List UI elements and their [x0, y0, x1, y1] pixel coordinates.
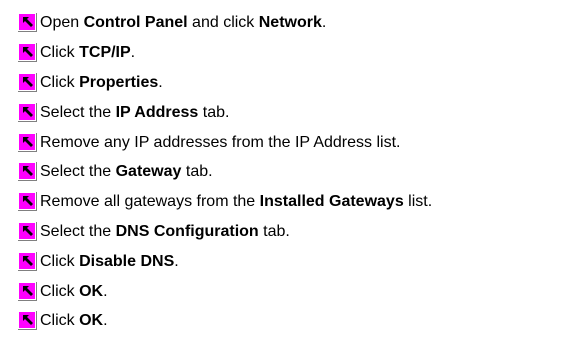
step-text-segment: .: [103, 282, 108, 300]
step-text-emphasis: Gateway: [115, 163, 182, 181]
step-text: Click OK.: [40, 282, 108, 301]
step-arrow-icon[interactable]: [18, 281, 37, 301]
procedure-step: Remove all gateways from the Installed G…: [18, 187, 432, 217]
step-text-segment: Remove all gateways from the: [40, 193, 260, 211]
step-text-segment: tab.: [258, 222, 290, 240]
step-text-segment: Click: [40, 44, 80, 62]
step-text-segment: .: [321, 14, 327, 32]
step-text-emphasis: IP Address: [115, 103, 199, 121]
step-text-segment: Click: [40, 73, 80, 91]
step-text-segment: Select the: [40, 103, 116, 121]
procedure-step: Click OK.: [18, 276, 432, 306]
step-text-emphasis: Properties: [79, 73, 159, 91]
step-text-emphasis: DNS Configuration: [115, 222, 259, 240]
step-text-emphasis: Network: [258, 14, 322, 32]
step-text: Open Control Panel and click Network.: [40, 13, 326, 32]
procedure-step: Open Control Panel and click Network.: [18, 8, 432, 38]
step-text-segment: Select the: [40, 222, 116, 240]
step-text-segment: Open: [40, 14, 84, 32]
step-arrow-icon[interactable]: [18, 162, 37, 182]
step-text: Click TCP/IP.: [40, 43, 135, 62]
step-arrow-icon[interactable]: [18, 251, 37, 271]
step-arrow-icon[interactable]: [18, 132, 37, 152]
procedure-step: Click TCP/IP.: [18, 38, 432, 68]
step-text-segment: .: [130, 44, 136, 62]
step-text: Click OK.: [40, 311, 108, 330]
procedure-steps-list: Open Control Panel and click Network. Cli…: [18, 8, 432, 336]
step-arrow-icon[interactable]: [18, 192, 37, 212]
step-text-emphasis: OK: [79, 312, 104, 330]
procedure-step: Select the DNS Configuration tab.: [18, 217, 432, 247]
procedure-step: Click Properties.: [18, 68, 432, 98]
step-text-segment: and click: [187, 14, 259, 32]
step-text-emphasis: TCP/IP: [79, 44, 131, 62]
step-text-segment: tab.: [181, 163, 213, 181]
step-text-segment: Click: [40, 312, 80, 330]
step-text: Remove any IP addresses from the IP Addr…: [40, 133, 400, 152]
step-text-segment: list.: [403, 193, 433, 211]
step-text-segment: tab.: [198, 103, 230, 121]
step-text: Select the IP Address tab.: [40, 103, 229, 122]
step-text-segment: Click: [40, 252, 80, 270]
step-text: Click Properties.: [40, 73, 163, 92]
step-text-segment: .: [158, 73, 163, 91]
procedure-step: Select the IP Address tab.: [18, 97, 432, 127]
step-text-segment: .: [174, 252, 179, 270]
step-text-segment: Click: [40, 282, 80, 300]
step-arrow-icon[interactable]: [18, 72, 37, 92]
procedure-step: Click Disable DNS.: [18, 246, 432, 276]
step-text: Select the DNS Configuration tab.: [40, 222, 290, 241]
step-text-emphasis: OK: [79, 282, 104, 300]
step-text-segment: Remove any IP addresses from the IP Addr…: [40, 133, 401, 151]
step-text-segment: .: [103, 312, 108, 330]
step-text-segment: Select the: [40, 163, 116, 181]
step-text: Select the Gateway tab.: [40, 162, 213, 181]
step-text: Click Disable DNS.: [40, 252, 179, 271]
step-arrow-icon[interactable]: [18, 43, 37, 63]
step-arrow-icon[interactable]: [18, 102, 37, 122]
step-arrow-icon[interactable]: [18, 311, 37, 331]
step-text: Remove all gateways from the Installed G…: [40, 192, 432, 211]
step-arrow-icon[interactable]: [18, 13, 37, 33]
procedure-step: Remove any IP addresses from the IP Addr…: [18, 127, 432, 157]
procedure-step: Click OK.: [18, 306, 432, 336]
step-arrow-icon[interactable]: [18, 221, 37, 241]
step-text-emphasis: Disable DNS: [79, 252, 175, 270]
step-text-emphasis: Installed Gateways: [259, 193, 404, 211]
procedure-step: Select the Gateway tab.: [18, 157, 432, 187]
step-text-emphasis: Control Panel: [83, 14, 188, 32]
